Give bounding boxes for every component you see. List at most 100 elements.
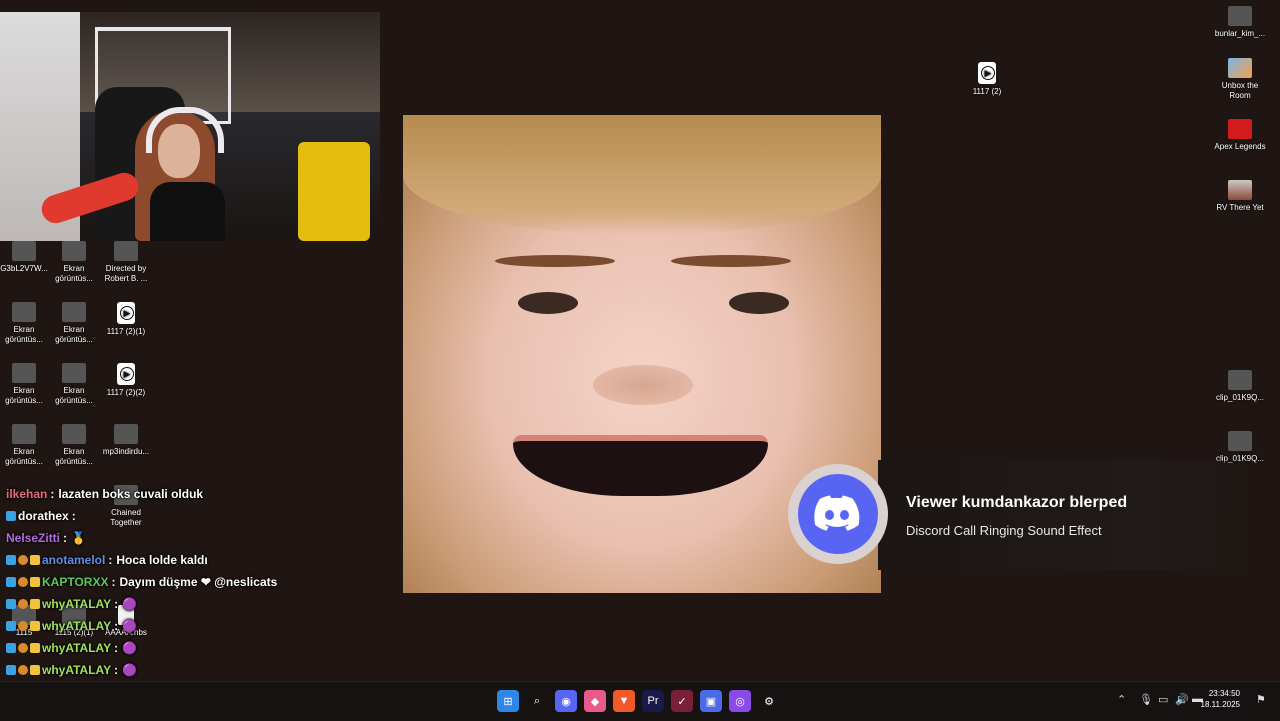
desktop-icon-label: 1117 (2)(1) xyxy=(106,327,146,336)
desktop-icon-label: Ekran görüntüs... xyxy=(5,386,43,405)
start-button-icon: ⊞ xyxy=(503,695,513,708)
notification-bell-icon[interactable]: ⚑ xyxy=(1256,693,1266,706)
taskbar: ⊞ ⌕ ◉ ◆ ▼ Pr ✓ ▣ ◎ ⚙ ⌃ 🎙 ▭ 🔊 ▬ 23:34:50 18.11.202… xyxy=(0,681,1280,721)
chevron-up-icon[interactable]: ⌃ xyxy=(1117,693,1126,706)
chat-separator: : xyxy=(114,619,119,633)
chat-text: 🟣 xyxy=(122,619,138,633)
chat-separator: : xyxy=(63,531,68,545)
chat-message: whyATALAY:🟣 xyxy=(6,594,137,614)
chat-message: ilkehan: lazaten boks cuvali olduk xyxy=(6,484,203,504)
desktop-icon-label: Unbox the Room xyxy=(1221,81,1259,100)
desktop-icon-label: Directed by Robert B. ... xyxy=(104,264,148,283)
video-file-icon xyxy=(117,302,135,324)
desktop-icon[interactable]: mp3indirdu... xyxy=(96,424,156,457)
chat-text: 🟣 xyxy=(122,663,138,677)
premiere-app[interactable]: Pr xyxy=(642,690,664,712)
desktop-icon[interactable]: Ekran görüntüs... xyxy=(44,302,104,345)
vpn-app[interactable]: ▣ xyxy=(700,690,722,712)
chat-badge-icon xyxy=(30,599,40,609)
desktop-icon-label: 1117 (2)(2) xyxy=(106,388,146,397)
desktop-icon[interactable]: 1117 (2)(2) xyxy=(96,363,156,398)
desktop-icon[interactable]: Unbox the Room xyxy=(1210,58,1270,101)
chat-username: whyATALAY xyxy=(42,597,112,611)
desktop-icon-label: Ekran görüntüs... xyxy=(55,447,93,466)
desktop-icon[interactable]: clip_01K9Q... xyxy=(1210,370,1270,403)
desktop-icon-label: Ekran görüntüs... xyxy=(55,325,93,344)
image-file-icon xyxy=(62,302,86,322)
chat-separator: : xyxy=(111,575,116,589)
steam-app[interactable]: ⚙ xyxy=(758,690,780,712)
chat-username: NelseZitti xyxy=(6,531,61,545)
desktop-icon[interactable]: 1117 (2)(1) xyxy=(96,302,156,337)
microphone-icon[interactable]: 🎙 xyxy=(1139,693,1153,706)
system-clock[interactable]: 23:34:50 18.11.2025 xyxy=(1201,688,1240,710)
chat-badge-icon xyxy=(6,555,16,565)
network-icon[interactable]: ▭ xyxy=(1158,693,1168,706)
chat-badge-icon xyxy=(18,555,28,565)
start-button[interactable]: ⊞ xyxy=(497,690,519,712)
volume-icon[interactable]: 🔊 xyxy=(1175,693,1189,706)
discord-icon xyxy=(814,495,860,531)
search-button-icon: ⌕ xyxy=(533,694,541,707)
discord-app[interactable]: ◉ xyxy=(555,690,577,712)
desktop-icon[interactable]: Directed by Robert B. ... xyxy=(96,241,156,284)
desktop-icon[interactable]: Apex Legends xyxy=(1210,119,1270,152)
chat-text: Dayım düşme ❤ @neslicats xyxy=(119,575,278,589)
chat-separator: : xyxy=(71,509,76,523)
chat-message: anotamelol: Hoca lolde kaldı xyxy=(6,550,208,570)
chat-username: whyATALAY xyxy=(42,663,112,677)
photos-app[interactable]: ◆ xyxy=(584,690,606,712)
chat-badge-icon xyxy=(18,577,28,587)
image-file-icon xyxy=(114,241,138,261)
vegas-app[interactable]: ✓ xyxy=(671,690,693,712)
desktop-icon[interactable]: RV There Yet xyxy=(1210,180,1270,213)
chat-text: Hoca lolde kaldı xyxy=(116,553,208,567)
chat-separator: : xyxy=(114,641,119,655)
desktop-icon-label: mp3indirdu... xyxy=(102,447,150,456)
chat-message: dorathex: xyxy=(6,506,80,526)
image-file-icon xyxy=(62,241,86,261)
desktop-icon[interactable]: Ekran görüntüs... xyxy=(44,424,104,467)
desktop-icon[interactable]: Ekran görüntüs... xyxy=(44,363,104,406)
chat-username: anotamelol xyxy=(42,553,106,567)
apex-legends-icon xyxy=(1228,119,1252,139)
desktop-icon[interactable]: bunlar_kim_... xyxy=(1210,6,1270,39)
chat-badge-icon xyxy=(30,621,40,631)
image-file-icon xyxy=(1228,431,1252,451)
chat-badge-icon xyxy=(30,555,40,565)
image-file-icon xyxy=(1228,6,1252,26)
image-file-icon xyxy=(12,424,36,444)
chat-badge-icon xyxy=(30,665,40,675)
desktop-icon[interactable]: 1117 (2) xyxy=(957,62,1017,97)
clock-date: 18.11.2025 xyxy=(1200,700,1240,709)
photos-app-icon: ◆ xyxy=(590,695,600,708)
chat-separator: : xyxy=(114,597,119,611)
obs-like-app[interactable]: ◎ xyxy=(729,690,751,712)
image-file-icon xyxy=(1228,370,1252,390)
chat-message: whyATALAY:🟣 xyxy=(6,616,137,636)
desktop-icon[interactable]: Ekran görüntüs... xyxy=(44,241,104,284)
chat-separator: : xyxy=(108,553,113,567)
brave-app[interactable]: ▼ xyxy=(613,690,635,712)
search-button[interactable]: ⌕ xyxy=(526,690,548,712)
chat-text: 🥇 xyxy=(71,531,86,545)
game-app-icon xyxy=(1228,58,1252,78)
chat-badge-icon xyxy=(6,577,16,587)
chat-badge-icon xyxy=(18,621,28,631)
notification-title: Viewer kumdankazor blerped xyxy=(906,494,1128,511)
clock-time: 23:34:50 xyxy=(1208,689,1240,698)
chat-separator: : xyxy=(114,663,119,677)
chat-username: ilkehan xyxy=(6,487,48,501)
blerp-notification: Viewer kumdankazor blerped Discord Call … xyxy=(788,460,1258,570)
desktop-icon-label: bunlar_kim_... xyxy=(1214,29,1266,38)
chat-badge-icon xyxy=(6,643,16,653)
notification-subtitle: Discord Call Ringing Sound Effect xyxy=(906,523,1102,538)
obs-like-app-icon: ◎ xyxy=(735,695,745,708)
image-file-icon xyxy=(62,363,86,383)
image-file-icon xyxy=(12,241,36,261)
image-file-icon xyxy=(12,363,36,383)
chat-badge-icon xyxy=(18,599,28,609)
brave-app-icon: ▼ xyxy=(618,695,630,707)
chat-message: whyATALAY:🟣 xyxy=(6,638,137,658)
video-file-icon xyxy=(117,363,135,385)
